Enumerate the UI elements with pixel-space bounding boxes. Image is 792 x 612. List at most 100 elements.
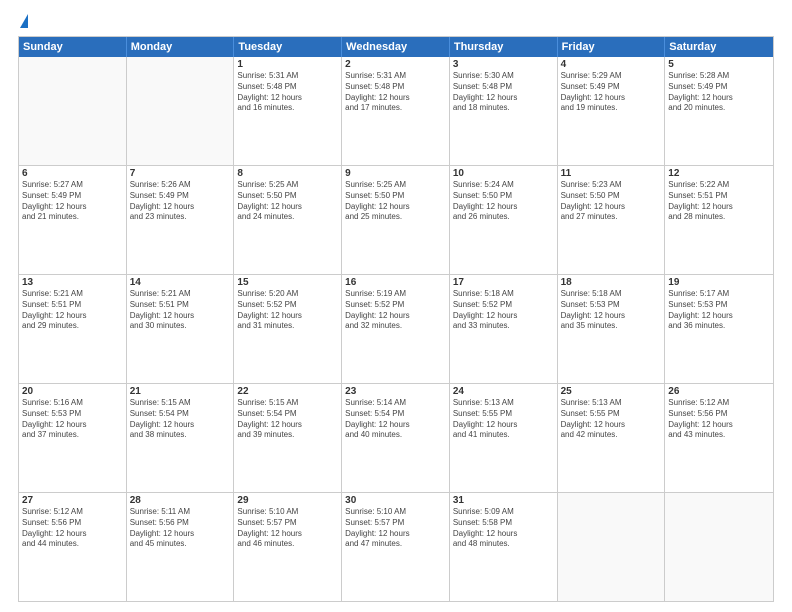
day-cell-5: 5Sunrise: 5:28 AMSunset: 5:49 PMDaylight… <box>665 57 773 165</box>
day-cell-17: 17Sunrise: 5:18 AMSunset: 5:52 PMDayligh… <box>450 275 558 383</box>
cell-info-line: Daylight: 12 hours <box>453 202 554 213</box>
cell-info-line: Sunrise: 5:12 AM <box>22 507 123 518</box>
cell-info-line: and 48 minutes. <box>453 539 554 550</box>
cell-info-line: Sunset: 5:48 PM <box>237 82 338 93</box>
cell-info-line: Daylight: 12 hours <box>668 420 770 431</box>
cell-info-line: Daylight: 12 hours <box>345 529 446 540</box>
cell-info-line: Sunrise: 5:31 AM <box>237 71 338 82</box>
cell-info-line: Sunrise: 5:12 AM <box>668 398 770 409</box>
day-number: 25 <box>561 386 662 397</box>
day-number: 2 <box>345 59 446 70</box>
day-number: 14 <box>130 277 231 288</box>
day-number: 5 <box>668 59 770 70</box>
cell-info-line: Sunset: 5:51 PM <box>668 191 770 202</box>
cell-info-line: Daylight: 12 hours <box>130 420 231 431</box>
cell-info-line: Sunrise: 5:18 AM <box>561 289 662 300</box>
day-number: 3 <box>453 59 554 70</box>
empty-cell <box>19 57 127 165</box>
page: SundayMondayTuesdayWednesdayThursdayFrid… <box>0 0 792 612</box>
cell-info-line: Sunrise: 5:11 AM <box>130 507 231 518</box>
cell-info-line: and 31 minutes. <box>237 321 338 332</box>
cell-info-line: and 39 minutes. <box>237 430 338 441</box>
cell-info-line: Sunset: 5:50 PM <box>345 191 446 202</box>
cell-info-line: Daylight: 12 hours <box>561 311 662 322</box>
day-cell-21: 21Sunrise: 5:15 AMSunset: 5:54 PMDayligh… <box>127 384 235 492</box>
cell-info-line: Sunset: 5:55 PM <box>561 409 662 420</box>
cell-info-line: and 47 minutes. <box>345 539 446 550</box>
cell-info-line: and 17 minutes. <box>345 103 446 114</box>
day-number: 6 <box>22 168 123 179</box>
cell-info-line: Sunrise: 5:24 AM <box>453 180 554 191</box>
cell-info-line: Sunset: 5:56 PM <box>22 518 123 529</box>
day-number: 4 <box>561 59 662 70</box>
cell-info-line: Sunset: 5:58 PM <box>453 518 554 529</box>
cell-info-line: Daylight: 12 hours <box>237 93 338 104</box>
cell-info-line: and 43 minutes. <box>668 430 770 441</box>
cell-info-line: Daylight: 12 hours <box>22 529 123 540</box>
cell-info-line: Daylight: 12 hours <box>237 529 338 540</box>
day-cell-13: 13Sunrise: 5:21 AMSunset: 5:51 PMDayligh… <box>19 275 127 383</box>
day-cell-30: 30Sunrise: 5:10 AMSunset: 5:57 PMDayligh… <box>342 493 450 601</box>
day-cell-31: 31Sunrise: 5:09 AMSunset: 5:58 PMDayligh… <box>450 493 558 601</box>
cell-info-line: Sunrise: 5:30 AM <box>453 71 554 82</box>
weekday-header-tuesday: Tuesday <box>234 37 342 57</box>
cell-info-line: Sunrise: 5:22 AM <box>668 180 770 191</box>
cell-info-line: and 46 minutes. <box>237 539 338 550</box>
cell-info-line: Sunset: 5:51 PM <box>22 300 123 311</box>
cell-info-line: Daylight: 12 hours <box>22 311 123 322</box>
day-number: 28 <box>130 495 231 506</box>
cell-info-line: Sunset: 5:48 PM <box>345 82 446 93</box>
cell-info-line: Sunrise: 5:13 AM <box>561 398 662 409</box>
day-cell-2: 2Sunrise: 5:31 AMSunset: 5:48 PMDaylight… <box>342 57 450 165</box>
day-number: 31 <box>453 495 554 506</box>
day-cell-23: 23Sunrise: 5:14 AMSunset: 5:54 PMDayligh… <box>342 384 450 492</box>
cell-info-line: Sunrise: 5:29 AM <box>561 71 662 82</box>
empty-cell <box>558 493 666 601</box>
cell-info-line: Sunset: 5:53 PM <box>668 300 770 311</box>
calendar-week-4: 20Sunrise: 5:16 AMSunset: 5:53 PMDayligh… <box>19 383 773 492</box>
cell-info-line: Sunset: 5:50 PM <box>561 191 662 202</box>
cell-info-line: Sunrise: 5:17 AM <box>668 289 770 300</box>
cell-info-line: Sunrise: 5:14 AM <box>345 398 446 409</box>
cell-info-line: Daylight: 12 hours <box>668 202 770 213</box>
day-cell-29: 29Sunrise: 5:10 AMSunset: 5:57 PMDayligh… <box>234 493 342 601</box>
weekday-header-monday: Monday <box>127 37 235 57</box>
cell-info-line: Daylight: 12 hours <box>453 311 554 322</box>
day-cell-12: 12Sunrise: 5:22 AMSunset: 5:51 PMDayligh… <box>665 166 773 274</box>
cell-info-line: Daylight: 12 hours <box>345 420 446 431</box>
day-cell-7: 7Sunrise: 5:26 AMSunset: 5:49 PMDaylight… <box>127 166 235 274</box>
cell-info-line: and 33 minutes. <box>453 321 554 332</box>
cell-info-line: Sunset: 5:49 PM <box>130 191 231 202</box>
cell-info-line: Sunset: 5:53 PM <box>22 409 123 420</box>
cell-info-line: Daylight: 12 hours <box>345 311 446 322</box>
header <box>18 14 774 28</box>
cell-info-line: Sunset: 5:52 PM <box>345 300 446 311</box>
cell-info-line: Daylight: 12 hours <box>130 311 231 322</box>
cell-info-line: Sunset: 5:57 PM <box>345 518 446 529</box>
empty-cell <box>665 493 773 601</box>
cell-info-line: Daylight: 12 hours <box>130 202 231 213</box>
cell-info-line: Sunset: 5:49 PM <box>561 82 662 93</box>
cell-info-line: Daylight: 12 hours <box>237 311 338 322</box>
cell-info-line: and 28 minutes. <box>668 212 770 223</box>
cell-info-line: Sunrise: 5:10 AM <box>345 507 446 518</box>
day-cell-25: 25Sunrise: 5:13 AMSunset: 5:55 PMDayligh… <box>558 384 666 492</box>
day-cell-28: 28Sunrise: 5:11 AMSunset: 5:56 PMDayligh… <box>127 493 235 601</box>
day-number: 10 <box>453 168 554 179</box>
day-number: 30 <box>345 495 446 506</box>
logo <box>18 14 28 28</box>
cell-info-line: Sunrise: 5:15 AM <box>130 398 231 409</box>
cell-info-line: Sunset: 5:48 PM <box>453 82 554 93</box>
day-number: 27 <box>22 495 123 506</box>
day-number: 19 <box>668 277 770 288</box>
cell-info-line: Sunrise: 5:21 AM <box>130 289 231 300</box>
cell-info-line: and 16 minutes. <box>237 103 338 114</box>
day-cell-26: 26Sunrise: 5:12 AMSunset: 5:56 PMDayligh… <box>665 384 773 492</box>
day-number: 9 <box>345 168 446 179</box>
cell-info-line: and 18 minutes. <box>453 103 554 114</box>
weekday-header-sunday: Sunday <box>19 37 127 57</box>
cell-info-line: Sunset: 5:49 PM <box>668 82 770 93</box>
day-cell-14: 14Sunrise: 5:21 AMSunset: 5:51 PMDayligh… <box>127 275 235 383</box>
day-number: 18 <box>561 277 662 288</box>
calendar-week-3: 13Sunrise: 5:21 AMSunset: 5:51 PMDayligh… <box>19 274 773 383</box>
